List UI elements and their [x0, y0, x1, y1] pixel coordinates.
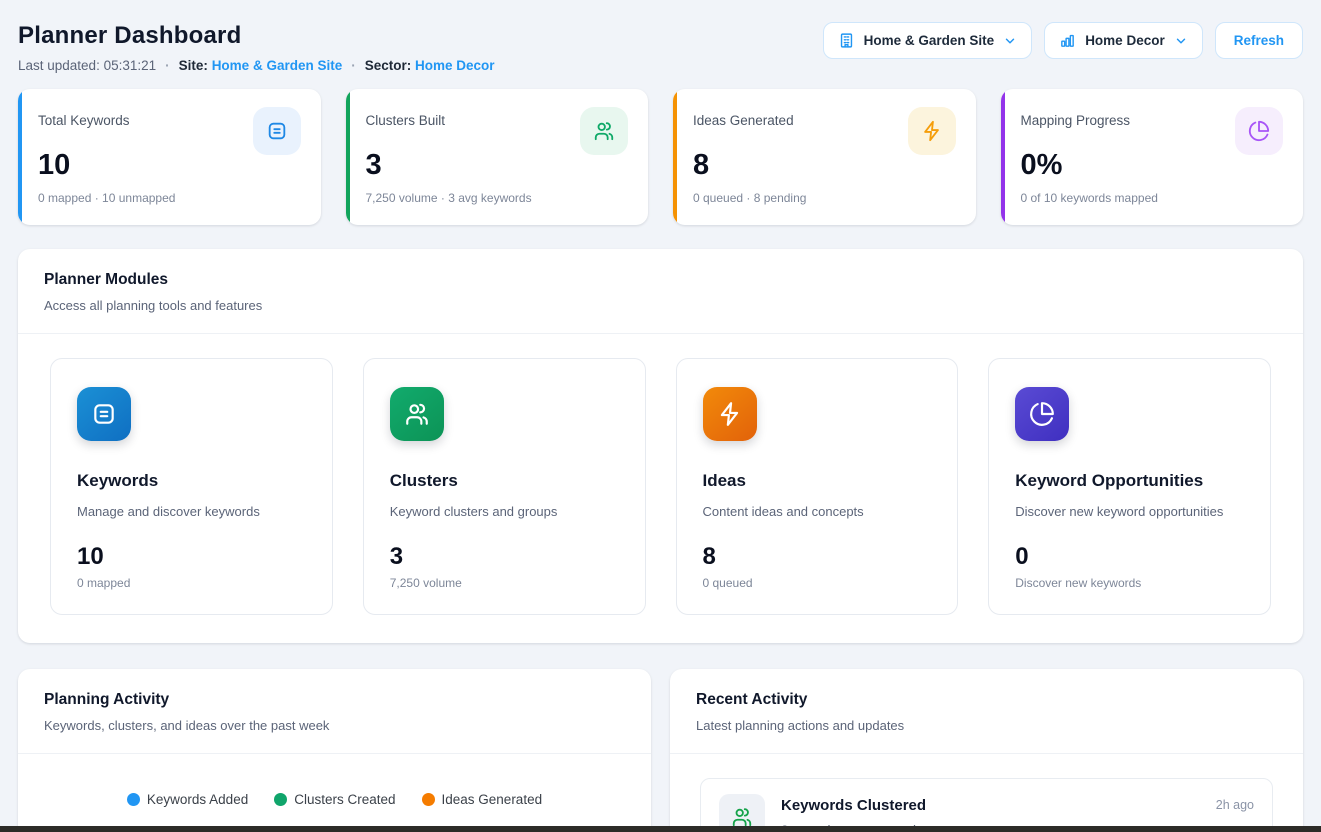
- module-card-clusters[interactable]: Clusters Keyword clusters and groups 3 7…: [363, 358, 646, 615]
- modules-section-title: Planner Modules: [44, 271, 1277, 289]
- module-description: Keyword clusters and groups: [390, 504, 619, 519]
- activity-item-keywords-clustered: Keywords Clustered 3 new clusters create…: [700, 778, 1273, 832]
- stat-subtext: 0 mapped · 10 unmapped: [38, 191, 301, 205]
- page-header: Planner Dashboard Last updated: 05:31:21…: [18, 14, 1303, 73]
- stat-card-mapping-progress: Mapping Progress 0% 0 of 10 keywords map…: [1001, 89, 1304, 225]
- legend-item-ideas-generated: Ideas Generated: [422, 792, 543, 807]
- module-value: 0: [1015, 543, 1244, 571]
- stat-card-ideas-generated: Ideas Generated 8 0 queued · 8 pending: [673, 89, 976, 225]
- planning-activity-subtitle: Keywords, clusters, and ideas over the p…: [44, 718, 625, 733]
- activity-title: Keywords Clustered: [781, 797, 1200, 814]
- module-value: 8: [703, 543, 932, 571]
- chevron-down-icon: [1174, 34, 1188, 48]
- document-icon: [77, 387, 131, 441]
- planner-dashboard-page: Planner Dashboard Last updated: 05:31:21…: [0, 0, 1321, 832]
- stat-subtext: 0 of 10 keywords mapped: [1021, 191, 1284, 205]
- module-title: Ideas: [703, 471, 932, 491]
- module-description: Content ideas and concepts: [703, 504, 932, 519]
- site-link[interactable]: Home & Garden Site: [212, 58, 343, 73]
- users-icon: [390, 387, 444, 441]
- pie-chart-icon: [1235, 107, 1283, 155]
- legend-label: Ideas Generated: [442, 792, 543, 807]
- recent-activity-subtitle: Latest planning actions and updates: [696, 718, 1277, 733]
- legend-dot-green: [274, 793, 287, 806]
- module-title: Clusters: [390, 471, 619, 491]
- stat-card-clusters-built: Clusters Built 3 7,250 volume · 3 avg ke…: [346, 89, 649, 225]
- legend-dot-orange: [422, 793, 435, 806]
- site-meta: Site: Home & Garden Site: [179, 58, 343, 73]
- recent-activity-title: Recent Activity: [696, 691, 1277, 709]
- legend-label: Keywords Added: [147, 792, 248, 807]
- refresh-button[interactable]: Refresh: [1215, 22, 1303, 59]
- modules-grid: Keywords Manage and discover keywords 10…: [18, 334, 1303, 643]
- bolt-icon: [908, 107, 956, 155]
- sector-selector-dropdown[interactable]: Home Decor: [1044, 22, 1203, 59]
- pie-chart-icon: [1015, 387, 1069, 441]
- module-subtext: 0 queued: [703, 576, 932, 590]
- module-subtext: Discover new keywords: [1015, 576, 1244, 590]
- stat-subtext: 0 queued · 8 pending: [693, 191, 956, 205]
- recent-activity-header: Recent Activity Latest planning actions …: [670, 669, 1303, 754]
- module-card-keywords[interactable]: Keywords Manage and discover keywords 10…: [50, 358, 333, 615]
- last-updated-text: Last updated: 05:31:21: [18, 58, 156, 73]
- page-title: Planner Dashboard: [18, 22, 495, 50]
- planner-modules-section: Planner Modules Access all planning tool…: [18, 249, 1303, 643]
- module-value: 3: [390, 543, 619, 571]
- chart-legend: Keywords Added Clusters Created Ideas Ge…: [18, 792, 651, 807]
- stat-label: Ideas Generated: [693, 113, 794, 128]
- module-description: Manage and discover keywords: [77, 504, 306, 519]
- stat-cards-row: Total Keywords 10 0 mapped · 10 unmapped…: [18, 89, 1303, 225]
- site-selector-dropdown[interactable]: Home & Garden Site: [823, 22, 1033, 59]
- module-card-ideas[interactable]: Ideas Content ideas and concepts 8 0 que…: [676, 358, 959, 615]
- legend-dot-blue: [127, 793, 140, 806]
- module-title: Keyword Opportunities: [1015, 471, 1244, 491]
- building-icon: [838, 32, 855, 49]
- bolt-icon: [703, 387, 757, 441]
- bar-chart-icon: [1059, 32, 1076, 49]
- planning-activity-section: Planning Activity Keywords, clusters, an…: [18, 669, 651, 832]
- stat-subtext: 7,250 volume · 3 avg keywords: [366, 191, 629, 205]
- stat-label: Total Keywords: [38, 113, 130, 128]
- sector-link[interactable]: Home Decor: [415, 58, 495, 73]
- document-icon: [253, 107, 301, 155]
- activity-timestamp: 2h ago: [1216, 798, 1254, 812]
- bottom-row: Planning Activity Keywords, clusters, an…: [18, 669, 1303, 832]
- stat-card-total-keywords: Total Keywords 10 0 mapped · 10 unmapped: [18, 89, 321, 225]
- meta-separator: ·: [165, 58, 170, 73]
- sector-label: Sector:: [365, 58, 412, 73]
- module-subtext: 7,250 volume: [390, 576, 619, 590]
- module-value: 10: [77, 543, 306, 571]
- module-description: Discover new keyword opportunities: [1015, 504, 1244, 519]
- planning-activity-header: Planning Activity Keywords, clusters, an…: [18, 669, 651, 754]
- header-meta: Last updated: 05:31:21 · Site: Home & Ga…: [18, 58, 495, 73]
- activity-list: Keywords Clustered 3 new clusters create…: [670, 754, 1303, 832]
- legend-item-clusters-created: Clusters Created: [274, 792, 395, 807]
- legend-item-keywords-added: Keywords Added: [127, 792, 248, 807]
- stat-label: Clusters Built: [366, 113, 446, 128]
- sector-selector-label: Home Decor: [1085, 33, 1165, 48]
- modules-section-header: Planner Modules Access all planning tool…: [18, 249, 1303, 334]
- users-icon: [580, 107, 628, 155]
- chevron-down-icon: [1003, 34, 1017, 48]
- taskbar-edge: [0, 826, 1321, 832]
- meta-separator: ·: [351, 58, 356, 73]
- module-card-keyword-opportunities[interactable]: Keyword Opportunities Discover new keywo…: [988, 358, 1271, 615]
- header-toolbar: Home & Garden Site Home Decor: [823, 22, 1303, 59]
- sector-meta: Sector: Home Decor: [365, 58, 495, 73]
- header-left: Planner Dashboard Last updated: 05:31:21…: [18, 14, 495, 73]
- module-title: Keywords: [77, 471, 306, 491]
- module-subtext: 0 mapped: [77, 576, 306, 590]
- stat-label: Mapping Progress: [1021, 113, 1131, 128]
- site-label: Site:: [179, 58, 208, 73]
- recent-activity-section: Recent Activity Latest planning actions …: [670, 669, 1303, 832]
- modules-section-subtitle: Access all planning tools and features: [44, 298, 1277, 313]
- site-selector-label: Home & Garden Site: [864, 33, 995, 48]
- legend-label: Clusters Created: [294, 792, 395, 807]
- planning-activity-title: Planning Activity: [44, 691, 625, 709]
